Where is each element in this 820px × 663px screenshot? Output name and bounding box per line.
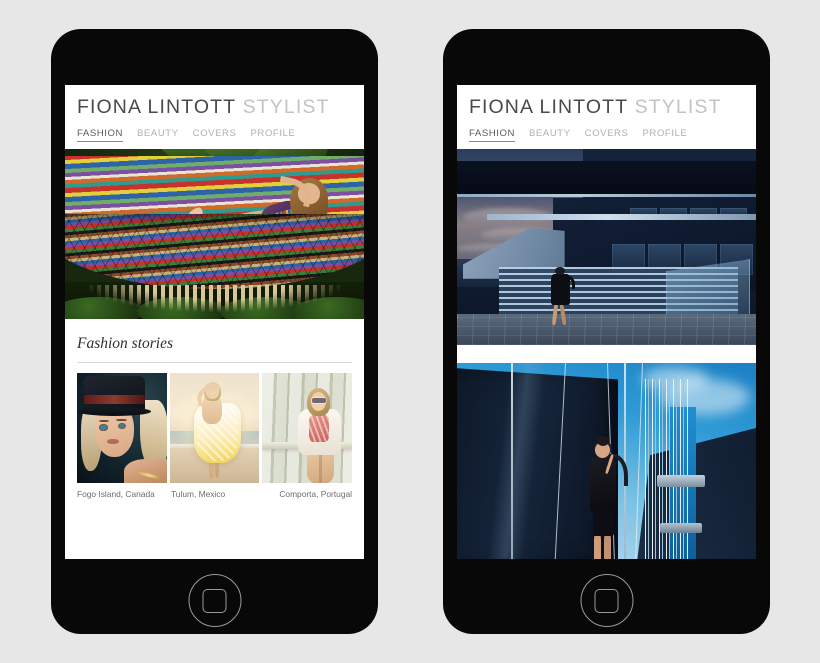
nav-item-beauty-right[interactable]: BEAUTY bbox=[529, 128, 571, 142]
story-thumb-fogo-island[interactable] bbox=[77, 373, 167, 484]
caption-fogo-island: Fogo Island, Canada bbox=[77, 489, 155, 500]
rounded-square-icon-right bbox=[594, 588, 619, 613]
nav-item-beauty[interactable]: BEAUTY bbox=[137, 128, 179, 142]
caption-tulum: Tulum, Mexico bbox=[171, 489, 226, 500]
feed-image-architecture[interactable] bbox=[457, 149, 756, 346]
model-figure-hull bbox=[583, 435, 628, 559]
brand-title-right: FIONA LINTOTT STYLIST bbox=[469, 96, 744, 118]
phone-device-left: FIONA LINTOTT STYLIST FASHION BEAUTY COV… bbox=[51, 29, 378, 634]
screenshot-stage: FIONA LINTOTT STYLIST FASHION BEAUTY COV… bbox=[0, 0, 820, 663]
brand-name-right: FIONA LINTOTT bbox=[469, 96, 629, 118]
story-thumb-tulum[interactable] bbox=[169, 373, 260, 484]
brand-role-right: STYLIST bbox=[634, 96, 722, 118]
nav-item-fashion[interactable]: FASHION bbox=[77, 128, 123, 143]
nav-item-profile-right[interactable]: PROFILE bbox=[642, 128, 687, 142]
primary-nav-right: FASHION BEAUTY COVERS PROFILE bbox=[469, 128, 744, 149]
nav-item-covers-right[interactable]: COVERS bbox=[585, 128, 629, 142]
story-thumbnail-row bbox=[65, 363, 364, 484]
feed-image-ship-hull[interactable] bbox=[457, 363, 756, 559]
app-header-left: FIONA LINTOTT STYLIST FASHION BEAUTY COV… bbox=[65, 85, 364, 150]
section-title: Fashion stories bbox=[77, 335, 174, 353]
phone-device-right: FIONA LINTOTT STYLIST FASHION BEAUTY COV… bbox=[443, 29, 770, 634]
phone-screen-left[interactable]: FIONA LINTOTT STYLIST FASHION BEAUTY COV… bbox=[65, 85, 364, 559]
brand-title: FIONA LINTOTT STYLIST bbox=[77, 96, 352, 118]
home-button-right[interactable] bbox=[580, 574, 633, 627]
nav-item-profile[interactable]: PROFILE bbox=[250, 128, 295, 142]
nav-item-fashion-right[interactable]: FASHION bbox=[469, 128, 515, 143]
app-header-right: FIONA LINTOTT STYLIST FASHION BEAUTY COV… bbox=[457, 85, 756, 150]
photo-hammock bbox=[65, 149, 364, 320]
phone-screen-right[interactable]: FIONA LINTOTT STYLIST FASHION BEAUTY COV… bbox=[457, 85, 756, 559]
nav-item-covers[interactable]: COVERS bbox=[193, 128, 237, 142]
model-figure-architecture bbox=[547, 267, 575, 326]
primary-nav: FASHION BEAUTY COVERS PROFILE bbox=[77, 128, 352, 149]
caption-comporta: Comporta, Portugal bbox=[279, 489, 352, 500]
photo-ship-hull bbox=[457, 363, 756, 559]
brand-role: STYLIST bbox=[242, 96, 330, 118]
photo-beach-dress bbox=[169, 373, 260, 484]
photo-top-hat bbox=[77, 373, 167, 484]
story-thumb-comporta[interactable] bbox=[262, 373, 353, 484]
brand-name: FIONA LINTOTT bbox=[77, 96, 237, 118]
story-caption-row: Fogo Island, Canada Tulum, Mexico Compor… bbox=[65, 483, 364, 500]
fashion-stories-section: Fashion stories bbox=[65, 335, 364, 364]
home-button-left[interactable] bbox=[188, 574, 241, 627]
rounded-square-icon bbox=[202, 588, 227, 613]
photo-architecture bbox=[457, 149, 756, 346]
hero-image-hammock[interactable] bbox=[65, 149, 364, 320]
photo-wooden-bench bbox=[262, 373, 353, 484]
